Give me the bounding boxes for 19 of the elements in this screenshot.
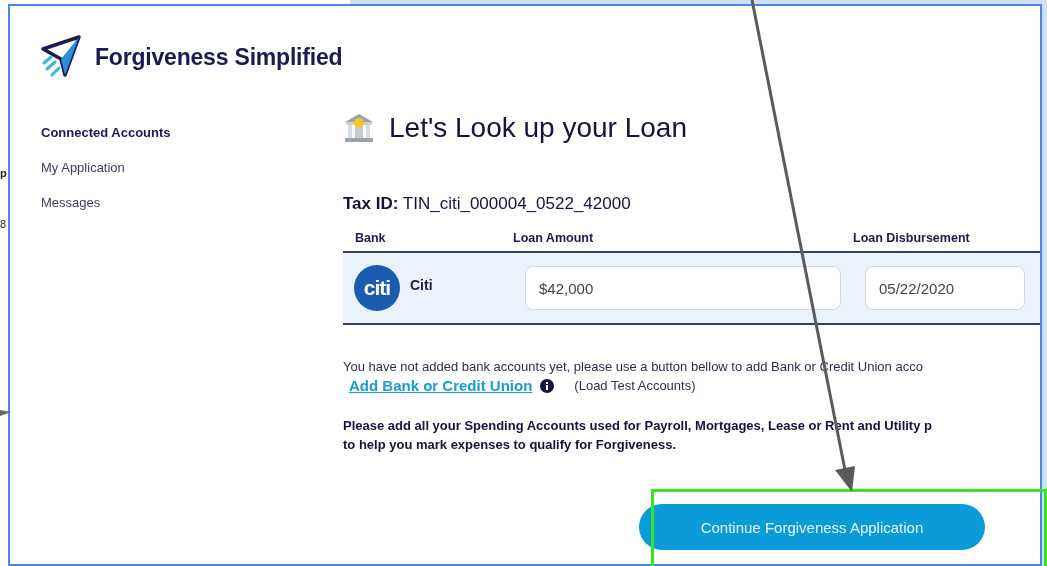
text-fragment: p — [0, 167, 7, 179]
load-test-accounts-link[interactable]: (Load Test Accounts) — [574, 378, 696, 393]
bank-logo: citi — [354, 265, 400, 311]
page-title: Let's Look up your Loan — [389, 112, 687, 144]
bank-icon — [343, 113, 375, 143]
bank-name: Citi — [410, 277, 433, 293]
info-icon[interactable] — [540, 378, 555, 393]
sidebar-item[interactable]: My Application — [41, 160, 125, 175]
disbursement-date-field[interactable]: 05/22/2020 — [865, 266, 1025, 310]
column-header: Loan Amount — [513, 230, 595, 245]
column-header: Loan Disbursement — [853, 230, 970, 245]
tax-id: Tax ID: TIN_citi_000004_0522_42000 — [343, 194, 632, 214]
paper-plane-icon — [41, 35, 81, 79]
sidebar-item[interactable]: Connected Accounts — [41, 125, 171, 140]
text-fragment: 8 — [0, 218, 7, 230]
column-header: Bank — [354, 230, 387, 245]
brand-name: Forgiveness Simplified — [95, 43, 343, 71]
sidebar-item[interactable]: Messages — [41, 195, 101, 210]
loan-amount-field[interactable]: $42,000 — [525, 266, 841, 310]
